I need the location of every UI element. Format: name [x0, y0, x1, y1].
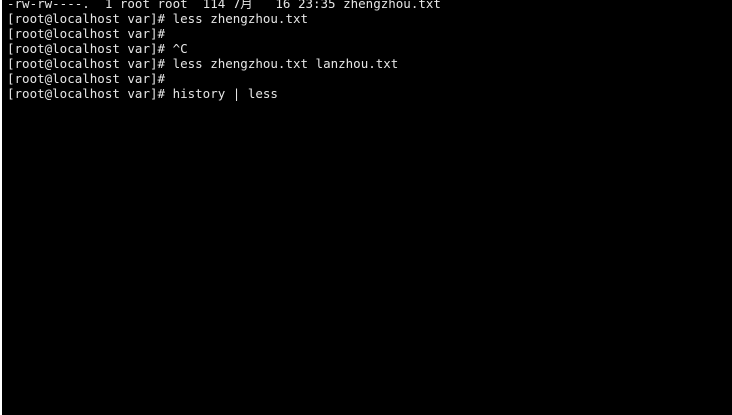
terminal-line-current-command[interactable]: [root@localhost var]# history | less	[7, 86, 441, 101]
terminal-window[interactable]: -rw-rw----. 1 root root 114 7月 16 23:35 …	[2, 0, 732, 415]
terminal-line-prompt: [root@localhost var]# ^C	[7, 41, 188, 56]
terminal-output: -rw-rw----. 1 root root 114 7月 16 23:35 …	[7, 0, 441, 101]
terminal-line-prompt: [root@localhost var]#	[7, 26, 166, 41]
terminal-line-prompt: [root@localhost var]# less zhengzhou.txt	[7, 11, 309, 26]
terminal-line-prompt: [root@localhost var]# less zhengzhou.txt…	[7, 56, 399, 71]
terminal-line-prompt: [root@localhost var]#	[7, 71, 166, 86]
terminal-line-listing: -rw-rw----. 1 root root 114 7月 16 23:35 …	[7, 0, 441, 11]
